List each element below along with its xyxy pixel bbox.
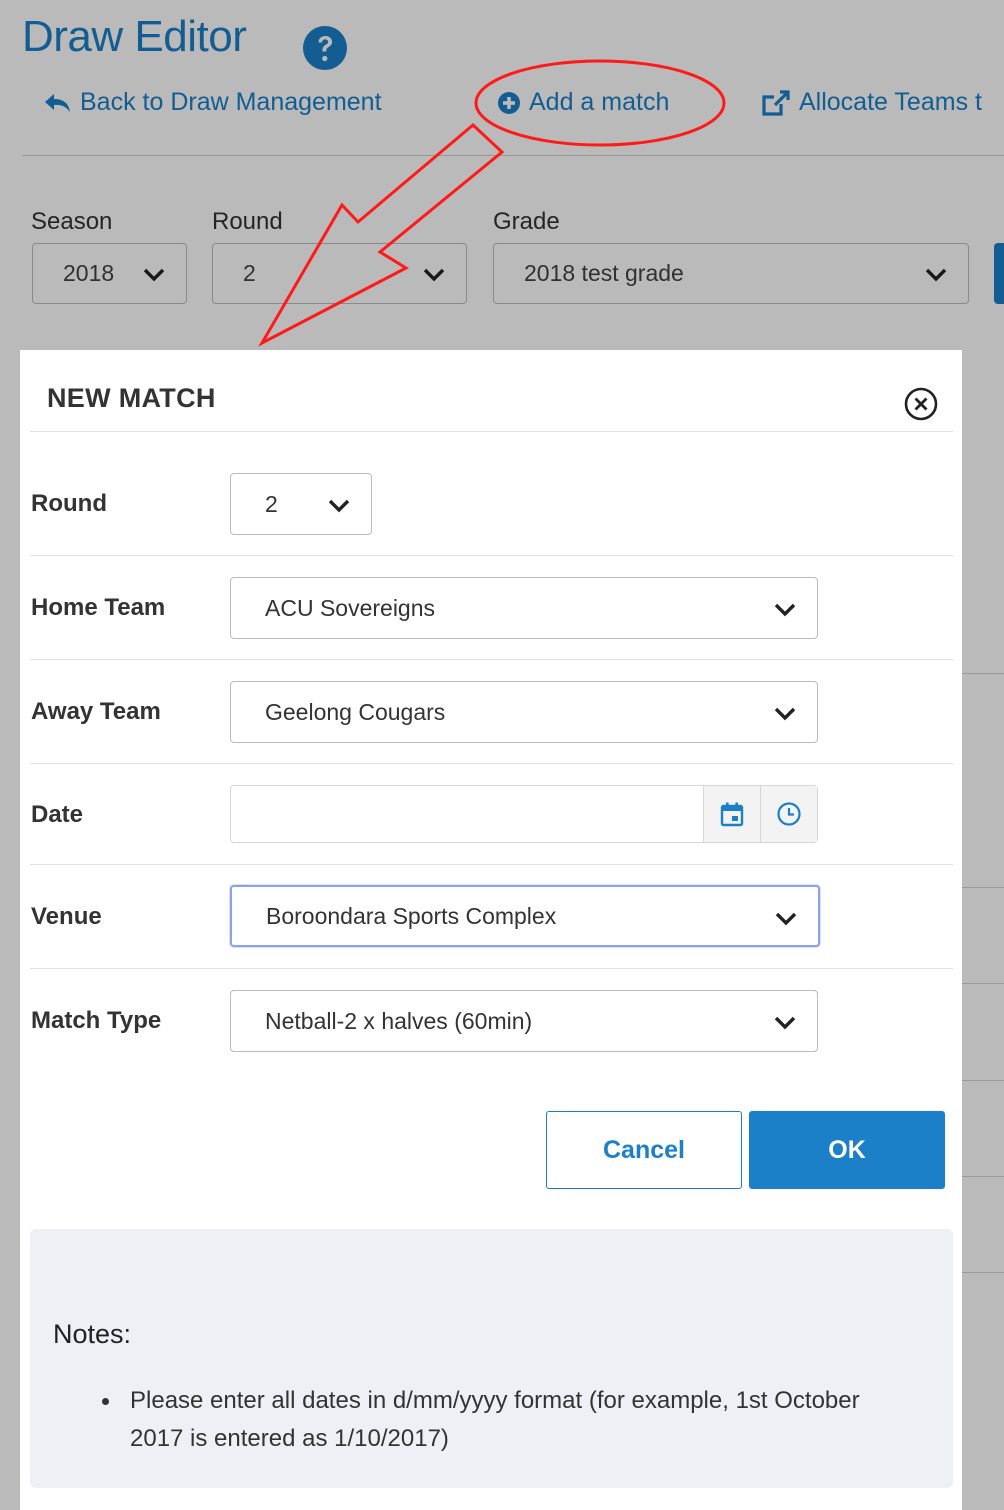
date-input[interactable] bbox=[231, 786, 703, 842]
form-row-divider bbox=[30, 763, 953, 764]
round-label: Round bbox=[31, 490, 107, 517]
bullet-icon bbox=[102, 1398, 109, 1405]
form-row-divider bbox=[30, 864, 953, 865]
chevron-down-icon bbox=[328, 499, 350, 513]
form-row-divider bbox=[30, 555, 953, 556]
screen: Draw Editor Back to Draw Management Add … bbox=[0, 0, 1004, 1510]
venue-select[interactable]: Boroondara Sports Complex bbox=[230, 885, 820, 947]
match-type-value: Netball-2 x halves (60min) bbox=[265, 1007, 533, 1034]
new-match-modal: NEW MATCH Round 2 Home Team ACU Sovereig… bbox=[20, 350, 962, 1510]
chevron-down-icon bbox=[775, 912, 797, 926]
venue-value: Boroondara Sports Complex bbox=[266, 902, 557, 929]
chevron-down-icon bbox=[774, 707, 796, 721]
ok-button[interactable]: OK bbox=[749, 1111, 945, 1189]
clock-icon bbox=[777, 802, 801, 826]
cancel-button[interactable]: Cancel bbox=[546, 1111, 742, 1189]
home-team-value: ACU Sovereigns bbox=[265, 594, 436, 621]
calendar-icon bbox=[720, 802, 744, 827]
note-text: Please enter all dates in d/mm/yyyy form… bbox=[130, 1387, 860, 1452]
away-team-select[interactable]: Geelong Cougars bbox=[230, 681, 818, 743]
date-label: Date bbox=[31, 801, 84, 828]
time-button[interactable] bbox=[760, 786, 817, 842]
match-type-label: Match Type bbox=[31, 1007, 162, 1034]
chevron-down-icon bbox=[774, 603, 796, 617]
chevron-down-icon bbox=[774, 1016, 796, 1030]
notes-title: Notes: bbox=[53, 1319, 132, 1349]
list-item: Please enter all dates in d/mm/yyyy form… bbox=[72, 1382, 902, 1458]
close-circle-icon[interactable] bbox=[904, 387, 938, 421]
round-select[interactable]: 2 bbox=[230, 473, 372, 535]
form-row-divider bbox=[30, 968, 953, 969]
form-row-divider bbox=[30, 659, 953, 660]
away-team-label: Away Team bbox=[31, 698, 161, 725]
modal-header-divider bbox=[30, 431, 953, 432]
modal-title: NEW MATCH bbox=[47, 383, 216, 413]
notes-panel: Notes: Please enter all dates in d/mm/yy… bbox=[30, 1229, 953, 1488]
home-team-label: Home Team bbox=[31, 594, 166, 621]
away-team-value: Geelong Cougars bbox=[265, 698, 446, 725]
match-type-select[interactable]: Netball-2 x halves (60min) bbox=[230, 990, 818, 1052]
date-picker bbox=[230, 785, 818, 843]
notes-list: Please enter all dates in d/mm/yyyy form… bbox=[72, 1382, 902, 1458]
home-team-select[interactable]: ACU Sovereigns bbox=[230, 577, 818, 639]
round-value: 2 bbox=[265, 490, 278, 517]
venue-label: Venue bbox=[31, 903, 102, 930]
calendar-button[interactable] bbox=[703, 786, 760, 842]
